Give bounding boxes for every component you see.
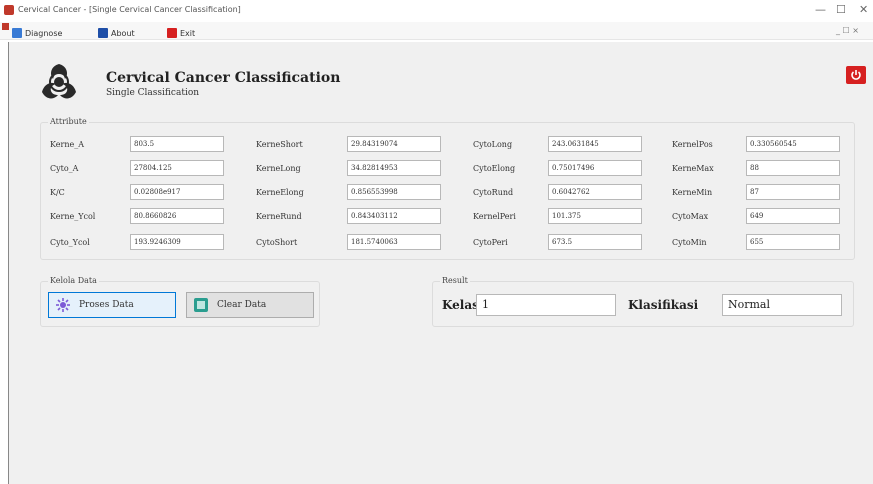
label-kerne-ycol: Kerne_Ycol xyxy=(50,212,96,221)
label-cyto-elong: CytoElong xyxy=(473,164,516,173)
exit-icon xyxy=(167,28,177,38)
process-data-label: Proses Data xyxy=(79,300,134,310)
label-cyto-a: Cyto_A xyxy=(50,164,79,173)
clear-data-label: Clear Data xyxy=(217,300,267,310)
input-kerne-elong[interactable]: 0.856553998 xyxy=(347,184,441,200)
input-k-c[interactable]: 0.02808e917 xyxy=(130,184,224,200)
input-cyto-elong[interactable]: 0.75017496 xyxy=(548,160,642,176)
input-kernel-pos[interactable]: 0.330560545 xyxy=(746,136,840,152)
menu-item-label: Exit xyxy=(180,28,196,38)
page-title: Cervical Cancer Classification xyxy=(106,70,341,86)
input-kerne-short[interactable]: 29.84319074 xyxy=(347,136,441,152)
label-kerne-max: KerneMax xyxy=(672,164,714,173)
label-cyto-rund: CytoRund xyxy=(473,188,514,197)
input-kerne-rund[interactable]: 0.843403112 xyxy=(347,208,441,224)
page-subtitle: Single Classification xyxy=(106,88,200,98)
clear-icon xyxy=(194,298,208,312)
clear-data-button[interactable]: Clear Data xyxy=(186,292,314,318)
window-title: Cervical Cancer - [Single Cervical Cance… xyxy=(18,5,241,14)
input-cyto-peri[interactable]: 673.5 xyxy=(548,234,642,250)
input-kerne-ycol[interactable]: 80.8660826 xyxy=(130,208,224,224)
input-kerne-max[interactable]: 88 xyxy=(746,160,840,176)
label-cyto-max: CytoMax xyxy=(672,212,709,221)
label-kerne-elong: KerneElong xyxy=(256,188,304,197)
input-cyto-a[interactable]: 27804.125 xyxy=(130,160,224,176)
input-cyto-long[interactable]: 243.0631845 xyxy=(548,136,642,152)
input-cyto-short[interactable]: 181.5740063 xyxy=(347,234,441,250)
process-icon xyxy=(56,298,70,312)
menu-item-label: Diagnose xyxy=(25,28,63,38)
input-kerne-a[interactable]: 803.5 xyxy=(130,136,224,152)
kelas-field[interactable]: 1 xyxy=(476,294,616,316)
menu-item-label: About xyxy=(111,28,135,38)
input-cyto-rund[interactable]: 0.6042762 xyxy=(548,184,642,200)
data-group-label: Kelola Data xyxy=(48,276,99,285)
child-form xyxy=(8,42,873,484)
label-kerne-a: Kerne_A xyxy=(50,140,84,149)
label-cyto-long: CytoLong xyxy=(473,140,513,149)
attribute-group-label: Attribute xyxy=(48,117,89,126)
input-cyto-ycol[interactable]: 193.9246309 xyxy=(130,234,224,250)
label-cyto-short: CytoShort xyxy=(256,238,298,247)
app-icon xyxy=(4,5,14,15)
result-group-label: Result xyxy=(440,276,470,285)
power-button[interactable] xyxy=(846,66,866,84)
title-bar: Cervical Cancer - [Single Cervical Cance… xyxy=(0,0,873,22)
klasifikasi-label: Klasifikasi xyxy=(628,298,699,312)
kelas-label: Kelas xyxy=(442,298,479,312)
minimize-button[interactable]: — xyxy=(815,3,826,16)
label-kerne-long: KerneLong xyxy=(256,164,301,173)
label-k-c: K/C xyxy=(50,188,65,197)
menu-item-about[interactable]: About xyxy=(98,27,135,39)
menu-item-diagnose[interactable]: Diagnose xyxy=(12,27,62,39)
about-icon xyxy=(98,28,108,38)
label-cyto-min: CytoMin xyxy=(672,238,707,247)
mdi-window-controls[interactable]: _ ☐ × xyxy=(836,26,859,35)
label-kerne-min: KerneMin xyxy=(672,188,713,197)
process-data-button[interactable]: Proses Data xyxy=(48,292,176,318)
input-kerne-long[interactable]: 34.82814953 xyxy=(347,160,441,176)
input-kernel-peri[interactable]: 101.375 xyxy=(548,208,642,224)
input-cyto-max[interactable]: 649 xyxy=(746,208,840,224)
input-cyto-min[interactable]: 655 xyxy=(746,234,840,250)
label-kerne-rund: KerneRund xyxy=(256,212,302,221)
menu-item-exit[interactable]: Exit xyxy=(167,27,195,39)
mdi-child-icon xyxy=(2,23,9,30)
power-icon xyxy=(851,70,861,80)
diagnose-icon xyxy=(12,28,22,38)
close-button[interactable]: ✕ xyxy=(859,3,868,16)
maximize-button[interactable]: ☐ xyxy=(836,3,846,16)
klasifikasi-field[interactable]: Normal xyxy=(722,294,842,316)
label-cyto-ycol: Cyto_Ycol xyxy=(50,238,90,247)
label-kernel-peri: KernelPeri xyxy=(473,212,516,221)
label-kerne-short: KerneShort xyxy=(256,140,303,149)
label-cyto-peri: CytoPeri xyxy=(473,238,508,247)
input-kerne-min[interactable]: 87 xyxy=(746,184,840,200)
biohazard-icon xyxy=(42,64,76,99)
label-kernel-pos: KernelPos xyxy=(672,140,713,149)
